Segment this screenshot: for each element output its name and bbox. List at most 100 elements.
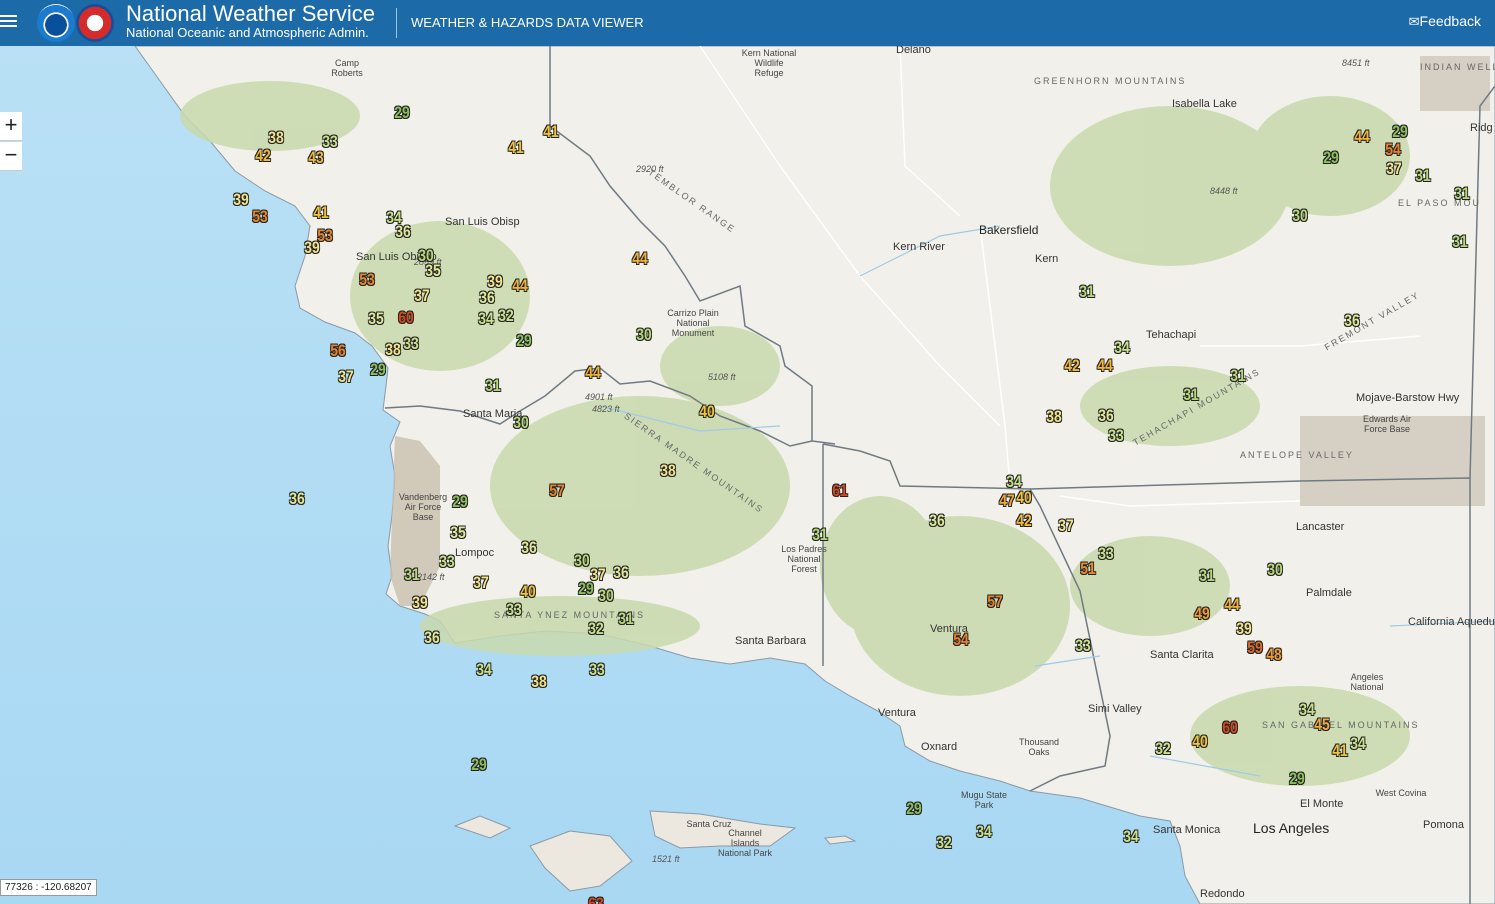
temperature-reading[interactable]: 51 [1080, 559, 1096, 579]
temperature-reading[interactable]: 30 [636, 325, 652, 345]
temperature-reading[interactable]: 39 [1236, 619, 1252, 639]
temperature-reading[interactable]: 39 [304, 238, 320, 258]
temperature-reading[interactable]: 43 [308, 148, 324, 168]
temperature-reading[interactable]: 39 [412, 593, 428, 613]
temperature-reading[interactable]: 45 [1314, 715, 1330, 735]
temperature-reading[interactable]: 40 [699, 402, 715, 422]
temperature-reading[interactable]: 31 [1452, 232, 1468, 252]
temperature-reading[interactable]: 38 [531, 672, 547, 692]
temperature-reading[interactable]: 42 [1016, 511, 1032, 531]
temperature-reading[interactable]: 53 [252, 207, 268, 227]
temperature-reading[interactable]: 33 [403, 334, 419, 354]
temperature-reading[interactable]: 33 [439, 552, 455, 572]
temperature-reading[interactable]: 33 [322, 132, 338, 152]
temperature-reading[interactable]: 42 [255, 146, 271, 166]
temperature-reading[interactable]: 47 [999, 491, 1015, 511]
temperature-reading[interactable]: 53 [359, 270, 375, 290]
temperature-reading[interactable]: 36 [424, 628, 440, 648]
temperature-reading[interactable]: 37 [338, 367, 354, 387]
temperature-reading[interactable]: 35 [425, 261, 441, 281]
temperature-reading[interactable]: 29 [1323, 148, 1339, 168]
temperature-reading[interactable]: 38 [268, 128, 284, 148]
temperature-reading[interactable]: 44 [1097, 356, 1113, 376]
temperature-reading[interactable]: 30 [574, 551, 590, 571]
temperature-reading[interactable]: 33 [1075, 636, 1091, 656]
temperature-reading[interactable]: 41 [1332, 741, 1348, 761]
temperature-reading[interactable]: 31 [485, 376, 501, 396]
temperature-reading[interactable]: 31 [1230, 366, 1246, 386]
zoom-out-button[interactable]: − [0, 142, 22, 171]
temperature-reading[interactable]: 30 [1267, 560, 1283, 580]
temperature-reading[interactable]: 59 [1247, 638, 1263, 658]
temperature-reading[interactable]: 36 [929, 511, 945, 531]
temperature-reading[interactable]: 54 [1385, 140, 1401, 160]
temperature-reading[interactable]: 36 [521, 538, 537, 558]
temperature-reading[interactable]: 34 [1350, 734, 1366, 754]
temperature-reading[interactable]: 33 [1108, 426, 1124, 446]
temperature-reading[interactable]: 29 [516, 331, 532, 351]
temperature-reading[interactable]: 31 [618, 609, 634, 629]
temperature-reading[interactable]: 38 [660, 461, 676, 481]
temperature-reading[interactable]: 34 [976, 822, 992, 842]
temperature-reading[interactable]: 33 [506, 600, 522, 620]
temperature-reading[interactable]: 48 [1266, 645, 1282, 665]
temperature-reading[interactable]: 36 [613, 563, 629, 583]
temperature-reading[interactable]: 30 [513, 413, 529, 433]
temperature-reading[interactable]: 34 [476, 660, 492, 680]
zoom-in-button[interactable]: + [0, 112, 22, 141]
temperature-reading[interactable]: 31 [812, 525, 828, 545]
temperature-reading[interactable]: 34 [1114, 338, 1130, 358]
temperature-reading[interactable]: 35 [450, 523, 466, 543]
temperature-reading[interactable]: 37 [1386, 159, 1402, 179]
temperature-reading[interactable]: 49 [1194, 604, 1210, 624]
temperature-reading[interactable]: 57 [987, 592, 1003, 612]
temperature-reading[interactable]: 54 [953, 630, 969, 650]
temperature-reading[interactable]: 29 [452, 492, 468, 512]
temperature-reading[interactable]: 37 [473, 573, 489, 593]
temperature-reading[interactable]: 38 [1046, 407, 1062, 427]
temperature-reading[interactable]: 36 [1344, 311, 1360, 331]
temperature-reading[interactable]: 29 [578, 579, 594, 599]
temperature-reading[interactable]: 32 [588, 619, 604, 639]
temperature-reading[interactable]: 57 [549, 481, 565, 501]
map-view[interactable]: + − Camp Roberts Delano Kern National Wild… [0, 46, 1495, 904]
temperature-reading[interactable]: 34 [1123, 827, 1139, 847]
temperature-reading[interactable]: 31 [1454, 184, 1470, 204]
temperature-reading[interactable]: 44 [1354, 127, 1370, 147]
temperature-reading[interactable]: 60 [1222, 718, 1238, 738]
temperature-reading[interactable]: 29 [471, 755, 487, 775]
temperature-reading[interactable]: 44 [1224, 595, 1240, 615]
temperature-reading[interactable]: 34 [478, 309, 494, 329]
temperature-reading[interactable]: 31 [1079, 282, 1095, 302]
temperature-reading[interactable]: 31 [1199, 566, 1215, 586]
temperature-reading[interactable]: 41 [508, 138, 524, 158]
temperature-reading[interactable]: 36 [1098, 406, 1114, 426]
temperature-reading[interactable]: 37 [414, 286, 430, 306]
temperature-reading[interactable]: 41 [313, 203, 329, 223]
temperature-reading[interactable]: 29 [394, 103, 410, 123]
temperature-reading[interactable]: 36 [479, 288, 495, 308]
temperature-reading[interactable]: 44 [632, 249, 648, 269]
temperature-reading[interactable]: 29 [906, 799, 922, 819]
temperature-reading[interactable]: 56 [330, 341, 346, 361]
temperature-reading[interactable]: 33 [1098, 544, 1114, 564]
temperature-reading[interactable]: 61 [832, 481, 848, 501]
temperature-reading[interactable]: 29 [370, 360, 386, 380]
temperature-reading[interactable]: 32 [936, 833, 952, 853]
temperature-reading[interactable]: 60 [398, 308, 414, 328]
temperature-reading[interactable]: 29 [1289, 769, 1305, 789]
temperature-reading[interactable]: 41 [543, 122, 559, 142]
temperature-reading[interactable]: 32 [498, 306, 514, 326]
temperature-reading[interactable]: 44 [585, 363, 601, 383]
temperature-reading[interactable]: 31 [1415, 166, 1431, 186]
temperature-reading[interactable]: 38 [385, 340, 401, 360]
temperature-reading[interactable]: 44 [512, 276, 528, 296]
temperature-reading[interactable]: 39 [233, 190, 249, 210]
temperature-reading[interactable]: 33 [589, 660, 605, 680]
temperature-reading[interactable]: 32 [1155, 739, 1171, 759]
temperature-reading[interactable]: 40 [1192, 732, 1208, 752]
temperature-reading[interactable]: 30 [598, 586, 614, 606]
menu-icon[interactable] [0, 12, 20, 32]
temperature-reading[interactable]: 36 [289, 489, 305, 509]
temperature-reading[interactable]: 29 [1392, 122, 1408, 142]
